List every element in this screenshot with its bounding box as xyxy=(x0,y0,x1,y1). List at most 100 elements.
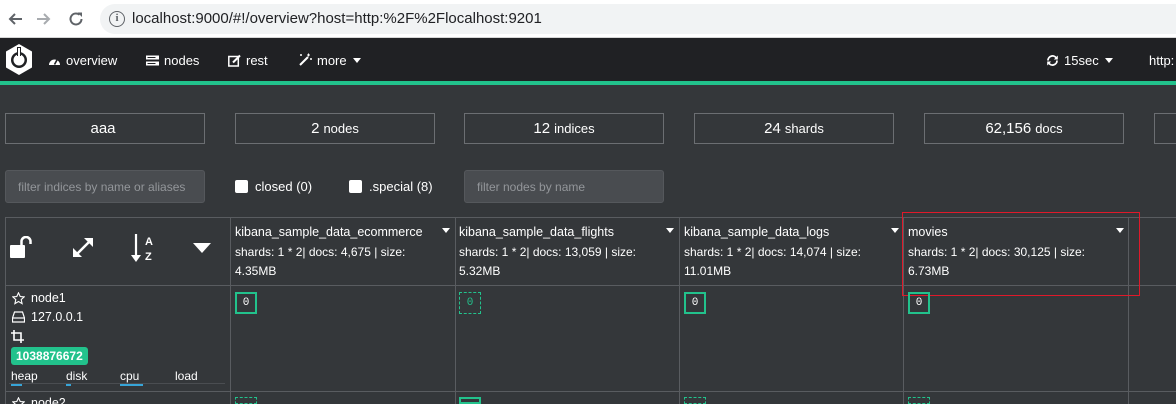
node-ip: 127.0.0.1 xyxy=(31,310,84,324)
chevron-down-icon[interactable] xyxy=(193,243,211,253)
shard-box[interactable] xyxy=(459,397,481,404)
closed-label[interactable]: closed (0) xyxy=(255,179,312,194)
host-label-text: http: xyxy=(1149,52,1175,68)
index-stats-line: shards: 1 * 2| docs: 4,675 | size: xyxy=(235,245,406,259)
svg-text:A: A xyxy=(145,236,153,248)
nav-nodes-label: nodes xyxy=(164,52,200,68)
index-name[interactable]: kibana_sample_data_flights xyxy=(459,225,614,239)
index-stats-line: shards: 1 * 2| docs: 14,074 | size: xyxy=(684,245,861,259)
index-stats: shards: 1 * 2| docs: 13,059 | size: 5.32… xyxy=(459,243,636,281)
chevron-down-icon xyxy=(1104,57,1113,63)
index-stats: shards: 1 * 2| docs: 4,675 | size: 4.35M… xyxy=(235,243,405,281)
address-bar[interactable]: i localhost:9000/#!/overview?host=http:%… xyxy=(100,4,1176,34)
cluster-name-stat: aaa xyxy=(5,113,205,144)
crop-icon xyxy=(11,330,24,343)
indices-count: 12 xyxy=(533,120,551,137)
metric-label: load xyxy=(175,369,198,383)
shard-box[interactable] xyxy=(908,397,930,404)
dashboard-icon xyxy=(48,54,61,66)
reload-icon[interactable] xyxy=(63,6,89,32)
closed-checkbox[interactable] xyxy=(235,180,248,193)
docs-unit: docs xyxy=(1035,121,1063,136)
shard-box[interactable]: 0 xyxy=(908,292,930,314)
shards-stat: 24 shards xyxy=(694,113,894,144)
node-ip-row: 127.0.0.1 xyxy=(12,310,83,324)
heap-bar xyxy=(11,384,22,386)
chevron-down-icon[interactable] xyxy=(442,228,450,233)
docs-count: 62,156 xyxy=(985,120,1032,137)
nav-overview-label: overview xyxy=(66,52,118,68)
node-id-badge: 1038876672 xyxy=(11,347,88,365)
nav-nodes[interactable]: nodes xyxy=(146,50,199,70)
indices-stat: 12 indices xyxy=(464,113,664,144)
hard-drive-icon xyxy=(12,311,25,323)
special-checkbox[interactable] xyxy=(349,180,362,193)
browser-toolbar: i localhost:9000/#!/overview?host=http:%… xyxy=(0,0,1176,38)
index-size: 5.32MB xyxy=(459,264,501,278)
server-icon xyxy=(146,55,159,66)
highlight-annotation xyxy=(902,212,1140,296)
shards-unit: shards xyxy=(784,121,824,136)
shard-box[interactable]: 0 xyxy=(459,292,481,314)
index-name[interactable]: kibana_sample_data_ecommerce xyxy=(235,225,423,239)
indices-unit: indices xyxy=(554,121,595,136)
index-size: 11.01MB xyxy=(684,264,732,278)
metric-label: cpu xyxy=(120,369,140,383)
index-stats-line: shards: 1 * 2| docs: 13,059 | size: xyxy=(459,245,636,259)
metric-label: disk xyxy=(66,369,88,383)
star-icon xyxy=(12,396,25,404)
forward-icon[interactable] xyxy=(31,6,57,32)
grid-line xyxy=(455,217,456,404)
nodes-count: 2 xyxy=(311,120,320,137)
metric-track xyxy=(9,383,225,384)
index-name[interactable]: kibana_sample_data_logs xyxy=(684,225,829,239)
cluster-name: aaa xyxy=(90,120,116,137)
app-logo-icon[interactable] xyxy=(4,43,34,76)
nav-overview[interactable]: overview xyxy=(48,50,117,70)
host-label[interactable]: http: xyxy=(1149,50,1174,70)
grid-line xyxy=(230,217,231,404)
disk-bar xyxy=(66,384,71,386)
cpu-bar xyxy=(120,384,143,386)
magic-wand-icon xyxy=(298,53,312,67)
node-name-row[interactable]: node2 xyxy=(12,396,66,404)
index-stats: shards: 1 * 2| docs: 14,074 | size: 11.0… xyxy=(684,243,861,281)
edit-icon xyxy=(228,54,241,67)
special-label[interactable]: .special (8) xyxy=(369,179,433,194)
nav-more[interactable]: more xyxy=(298,50,361,70)
size-stat xyxy=(1154,113,1176,144)
nodes-stat: 2 nodes xyxy=(235,113,435,144)
shard-box[interactable] xyxy=(235,397,257,404)
grid-line xyxy=(5,217,6,404)
grid-line xyxy=(5,391,1176,392)
metric-label: heap xyxy=(11,369,38,383)
index-size: 4.35MB xyxy=(235,264,277,278)
shard-box[interactable]: 0 xyxy=(235,292,257,314)
filter-indices-input[interactable] xyxy=(5,170,205,203)
sort-alpha-icon[interactable]: A Z xyxy=(131,233,159,263)
svg-text:Z: Z xyxy=(145,251,152,263)
nav-more-label: more xyxy=(317,52,347,68)
star-icon xyxy=(12,291,25,305)
shard-box[interactable] xyxy=(684,397,706,404)
unlock-icon[interactable] xyxy=(10,236,34,258)
chevron-down-icon[interactable] xyxy=(891,228,899,233)
expand-icon[interactable] xyxy=(72,236,95,259)
refresh-icon xyxy=(1046,54,1059,67)
url-text[interactable]: localhost:9000/#!/overview?host=http:%2F… xyxy=(132,10,542,27)
chevron-down-icon[interactable] xyxy=(666,228,674,233)
filter-nodes-input[interactable] xyxy=(464,170,664,203)
refresh-interval-dropdown[interactable]: 15sec xyxy=(1046,50,1113,70)
chevron-down-icon xyxy=(352,57,361,63)
grid-line xyxy=(679,217,680,404)
nav-rest[interactable]: rest xyxy=(228,50,268,70)
shard-box[interactable]: 0 xyxy=(684,292,706,314)
shards-count: 24 xyxy=(764,120,781,137)
node-name-row[interactable]: node1 xyxy=(12,291,66,305)
refresh-interval-label: 15sec xyxy=(1064,52,1099,68)
node-name: node2 xyxy=(31,396,66,404)
back-icon[interactable] xyxy=(2,6,28,32)
docs-stat: 62,156 docs xyxy=(924,113,1124,144)
nodes-unit: nodes xyxy=(323,121,359,136)
site-info-icon[interactable]: i xyxy=(109,11,125,27)
